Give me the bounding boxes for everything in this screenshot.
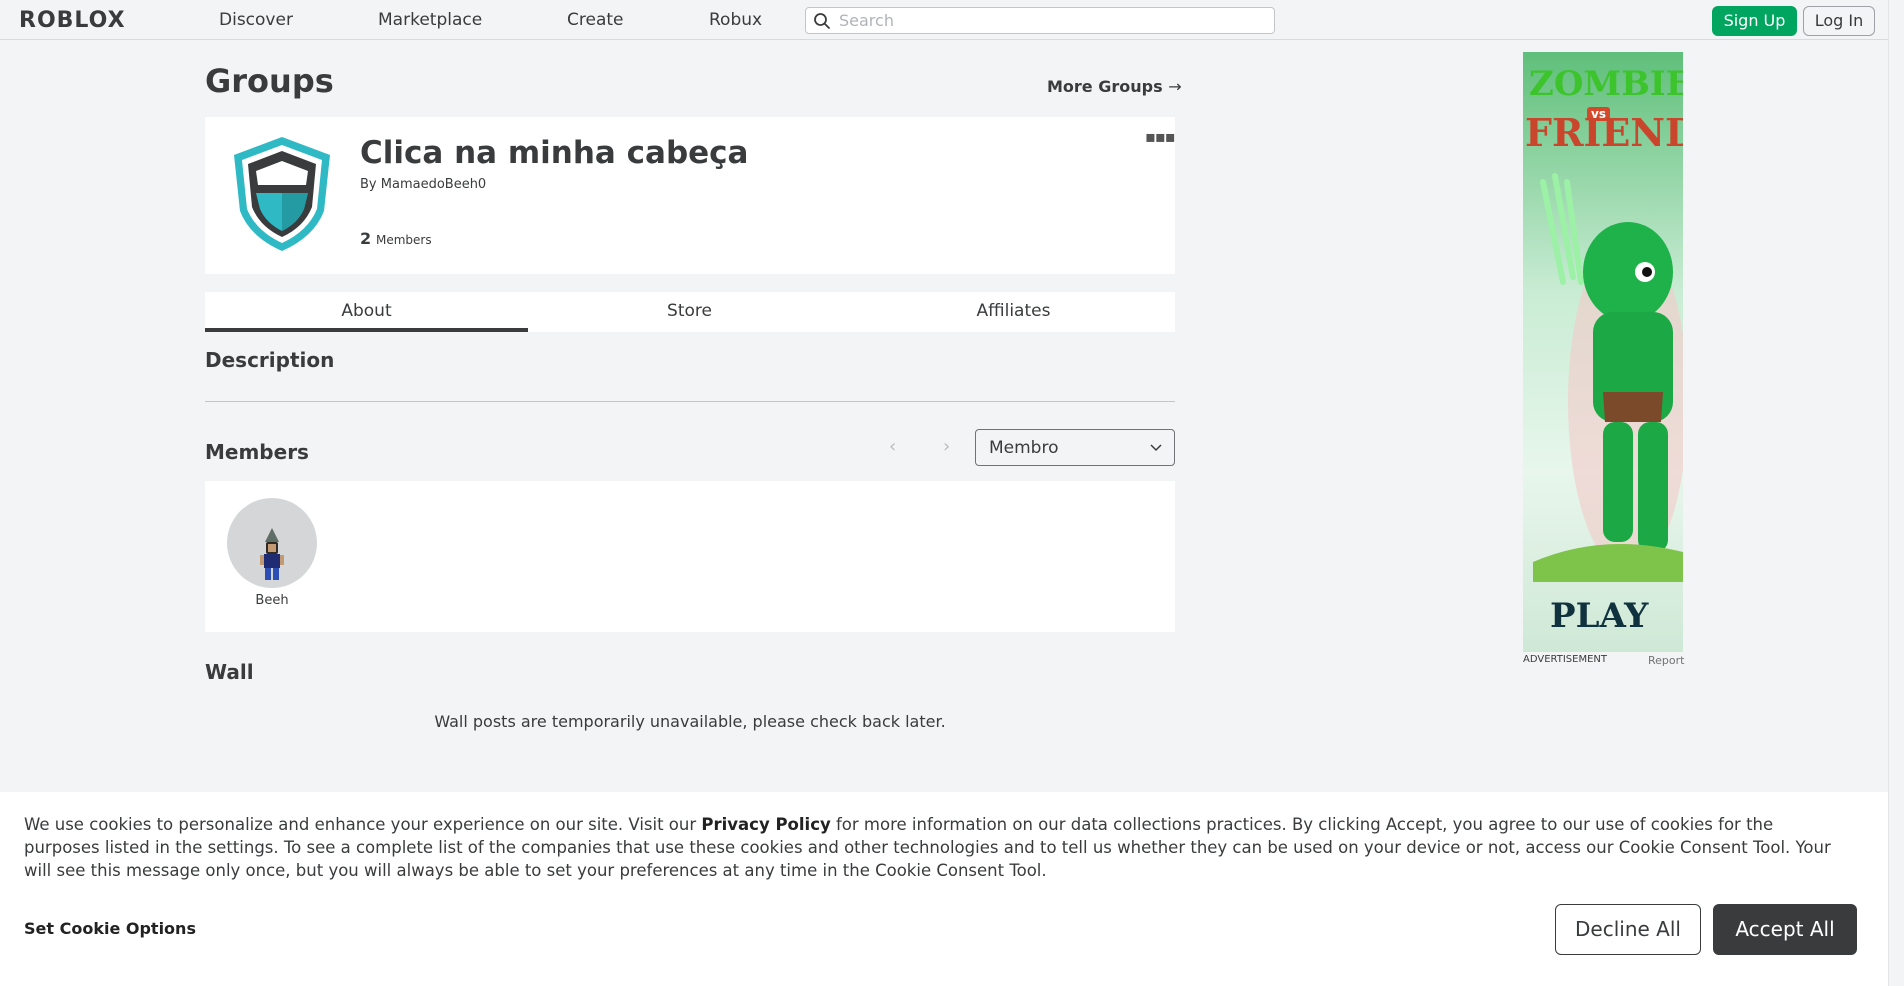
search-icon (814, 13, 830, 29)
members-list: Beeh (205, 481, 1175, 632)
member-count-label: Members (376, 233, 432, 247)
top-navigation: ROBLOX Discover Marketplace Create Robux… (0, 0, 1888, 40)
role-filter-dropdown[interactable]: Membro (975, 429, 1175, 466)
group-header-card: Clica na minha cabeça By MamaedoBeeh0 2 … (205, 117, 1176, 274)
tab-affiliates[interactable]: Affiliates (852, 292, 1175, 332)
member-card[interactable]: Beeh (227, 498, 317, 608)
avatar (227, 498, 317, 588)
ad-zombie-figure-icon (1533, 173, 1683, 582)
more-groups-link[interactable]: More Groups → (1047, 77, 1182, 96)
chevron-down-icon (1150, 444, 1162, 452)
advertisement-banner[interactable]: ZOMBIE vs FRIEND PLAY (1523, 52, 1683, 652)
description-title: Description (205, 348, 335, 372)
section-divider (205, 401, 1175, 402)
arrow-right-icon: → (1168, 77, 1182, 96)
member-count: 2 (360, 229, 372, 248)
ad-title-line2: FRIEND (1525, 110, 1683, 155)
search-input[interactable] (839, 10, 1259, 31)
privacy-policy-link[interactable]: Privacy Policy (701, 815, 830, 834)
wall-unavailable-message: Wall posts are temporarily unavailable, … (434, 712, 946, 731)
log-in-button[interactable]: Log In (1803, 6, 1875, 36)
page-title: Groups (205, 62, 334, 100)
member-name: Beeh (255, 593, 289, 608)
chevron-left-icon[interactable]: ‹ (889, 436, 896, 457)
nav-link-marketplace[interactable]: Marketplace (378, 10, 482, 30)
accept-all-button[interactable]: Accept All (1713, 904, 1857, 955)
ad-report-link[interactable]: Report (1648, 654, 1684, 667)
cookie-consent-banner: We use cookies to personalize and enhanc… (0, 792, 1888, 986)
group-owner-line: By MamaedoBeeh0 (360, 177, 486, 192)
search-bar (805, 7, 1275, 34)
avatar-figure-icon (260, 528, 284, 580)
group-name: Clica na minha cabeça (360, 135, 749, 171)
by-label: By (360, 177, 377, 192)
set-cookie-options-link[interactable]: Set Cookie Options (24, 919, 196, 938)
ad-title-line1: ZOMBIE (1529, 64, 1683, 104)
group-tabs: About Store Affiliates (205, 292, 1175, 332)
nav-link-create[interactable]: Create (567, 10, 624, 30)
tab-store[interactable]: Store (528, 292, 851, 332)
more-options-icon[interactable]: ▪▪▪ (1145, 127, 1176, 146)
sign-up-button[interactable]: Sign Up (1712, 6, 1797, 36)
more-groups-label: More Groups (1047, 77, 1163, 96)
decline-all-button[interactable]: Decline All (1555, 904, 1701, 955)
roblox-logo[interactable]: ROBLOX (19, 8, 126, 33)
tab-about[interactable]: About (205, 292, 528, 332)
members-title: Members (205, 440, 309, 464)
nav-link-discover[interactable]: Discover (219, 10, 293, 30)
role-filter-value: Membro (989, 438, 1059, 458)
cookie-message: We use cookies to personalize and enhanc… (24, 813, 1844, 882)
page-scrollbar[interactable] (1888, 0, 1904, 986)
cookie-text-intro: We use cookies to personalize and enhanc… (24, 815, 702, 834)
chevron-right-icon[interactable]: › (943, 436, 950, 457)
advertisement-label: ADVERTISEMENT (1523, 654, 1608, 665)
group-owner-link[interactable]: MamaedoBeeh0 (381, 177, 486, 192)
group-emblem-icon (234, 137, 330, 251)
ad-play-button[interactable]: PLAY (1550, 596, 1648, 636)
nav-link-robux[interactable]: Robux (709, 10, 762, 30)
wall-title: Wall (205, 660, 254, 684)
